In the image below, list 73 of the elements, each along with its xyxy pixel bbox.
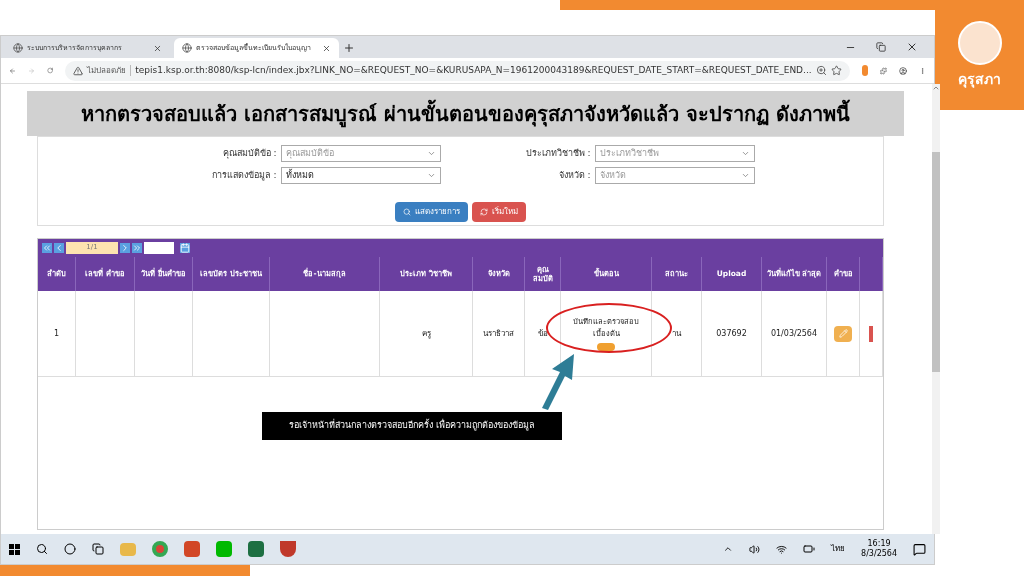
filter-label: จังหวัด : <box>557 168 591 182</box>
scroll-thumb[interactable] <box>932 152 940 372</box>
delete-button[interactable] <box>869 325 873 342</box>
new-tab-icon[interactable] <box>343 42 355 54</box>
restore-icon[interactable] <box>876 42 886 52</box>
edit-button[interactable] <box>834 325 852 342</box>
refresh-icon <box>480 208 488 216</box>
circle-icon[interactable] <box>64 543 76 555</box>
warning-icon <box>73 65 84 76</box>
notification-icon[interactable] <box>913 542 926 556</box>
filter-dropdown[interactable]: ประเภทวิชาชีพ <box>594 145 755 162</box>
filter-dropdown[interactable]: คุณสมบัติข้อ <box>280 145 441 162</box>
filter-dropdown[interactable]: จังหวัด <box>594 167 755 184</box>
dropdown-caret-icon <box>740 171 750 180</box>
battery-icon[interactable] <box>803 543 816 555</box>
puzzle-icon[interactable] <box>880 64 887 77</box>
browser-app-icon[interactable] <box>152 541 168 557</box>
show-list-button[interactable]: แสดงรายการ <box>395 202 468 222</box>
next-page-icon[interactable] <box>120 243 130 253</box>
status-icon[interactable] <box>597 342 615 351</box>
close-icon[interactable] <box>322 43 331 53</box>
table-cell: นราธิวาส <box>483 327 514 340</box>
close-icon[interactable] <box>153 43 162 53</box>
prev-page-icon[interactable] <box>54 243 64 253</box>
extension-icon[interactable] <box>861 65 868 76</box>
scroll-up-icon[interactable] <box>932 84 940 92</box>
slides-app-icon[interactable] <box>184 541 200 557</box>
filter-label: การแสดงข้อมูล : <box>210 168 277 183</box>
reset-button[interactable]: เริ่มใหม่ <box>472 202 526 222</box>
scroll-bar[interactable] <box>932 84 940 534</box>
close-window-icon[interactable] <box>906 41 918 53</box>
edit-icon <box>838 329 848 338</box>
dropdown-caret-icon <box>426 149 436 158</box>
filter-dropdown[interactable]: ทั้งหมด <box>280 167 441 184</box>
shield-app-icon[interactable] <box>280 541 296 557</box>
security-label: ไม่ปลอดภัย <box>87 64 127 77</box>
table-cell: ข้อ <box>537 327 548 340</box>
clock-time: 16:19 <box>867 539 891 549</box>
windows-start-icon[interactable] <box>9 543 20 555</box>
task-view-icon[interactable] <box>92 543 104 555</box>
page-size-field[interactable] <box>144 242 174 254</box>
filter-label: ประเภทวิชาชีพ : <box>524 146 591 160</box>
globe-icon <box>182 43 192 53</box>
url-text: tepis1.ksp.or.th:8080/ksp-lcn/index.jbx?LINK_NO=&REQUEST_NO=&KURUSAPA_N=1961200043189&REQUEST_DATE_START=&REQUEST_DATE_END... <box>135 63 812 77</box>
address-bar[interactable]: ไม่ปลอดภัย tepis1.ksp.or.th:8080/ksp-lcn/index.jbx?LINK_NO=&REQUEST_NO=&KURUSAPA_N=1961200043189&REQUEST_DATE_START=&REQUEST_DATE_END... <box>65 60 850 81</box>
dropdown-placeholder: คุณสมบัติข้อ <box>284 146 335 161</box>
calendar-icon[interactable] <box>180 243 190 253</box>
clock-date: 8/3/2564 <box>861 549 897 559</box>
table-cell: 01/03/2564 <box>770 327 818 340</box>
callout-text: รอเจ้าหน้าที่ส่วนกลางตรวจสอบอีกครั้ง เพื่อความถูกต้องของข้อมูล <box>289 419 535 433</box>
spreadsheet-app-icon[interactable] <box>248 541 264 557</box>
dropdown-placeholder: ประเภทวิชาชีพ <box>598 146 660 160</box>
reload-icon[interactable] <box>46 65 54 76</box>
globe-icon <box>13 43 23 53</box>
filter-label: คุณสมบัติข้อ : <box>221 146 277 161</box>
table-cell: าน <box>672 327 681 340</box>
dropdown-value: ทั้งหมด <box>284 168 315 182</box>
speaker-icon[interactable] <box>749 543 761 555</box>
table-cell: 1 <box>53 327 60 340</box>
dropdown-caret-icon <box>740 149 750 158</box>
banner-text: หากตรวจสอบแล้ว เอกสารสมบูรณ์ ผ่านขั้นตอนของคุรุสภาจังหวัดแล้ว จะปรากฏ ดังภาพนี้ <box>81 98 850 129</box>
logo-text: คุรุสภา <box>958 69 1001 90</box>
dropdown-caret-icon <box>426 171 436 180</box>
search-icon <box>403 208 411 216</box>
wifi-icon[interactable] <box>776 543 788 555</box>
table-cell: ครู <box>421 327 431 340</box>
language-indicator[interactable]: ไทย <box>831 543 846 555</box>
search-icon[interactable] <box>36 543 48 555</box>
dropdown-placeholder: จังหวัด <box>598 168 627 182</box>
zoom-icon[interactable] <box>815 65 827 76</box>
table-cell: 037692 <box>716 327 747 340</box>
tray-caret-icon[interactable] <box>723 544 734 554</box>
star-icon[interactable] <box>830 65 842 76</box>
